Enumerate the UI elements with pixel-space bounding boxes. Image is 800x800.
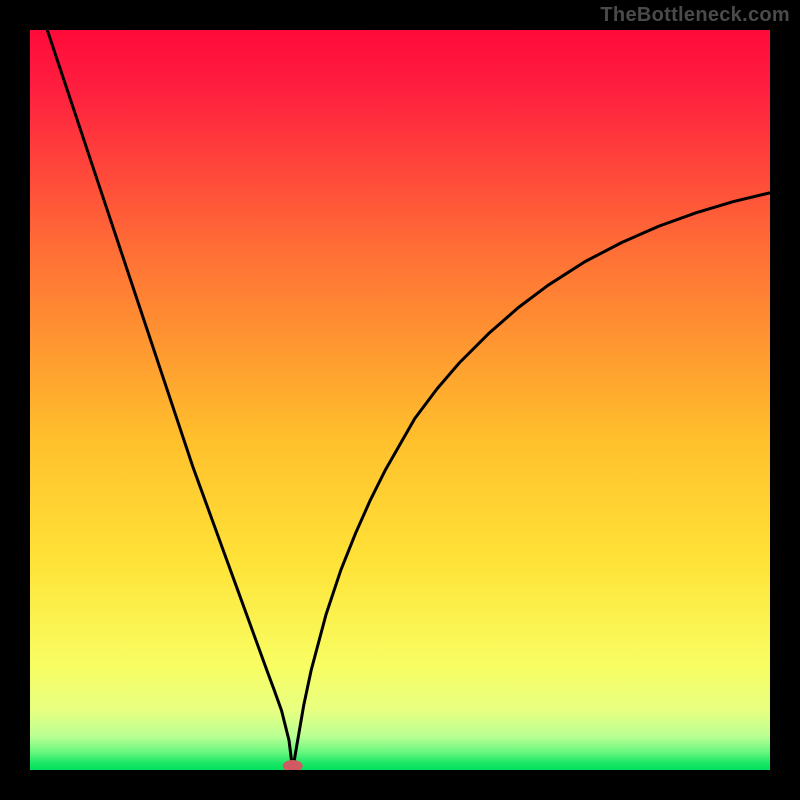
chart-frame: TheBottleneck.com [0,0,800,800]
gradient-background [30,30,770,770]
plot-area [30,30,770,770]
plot-svg [30,30,770,770]
watermark-text: TheBottleneck.com [600,4,790,27]
